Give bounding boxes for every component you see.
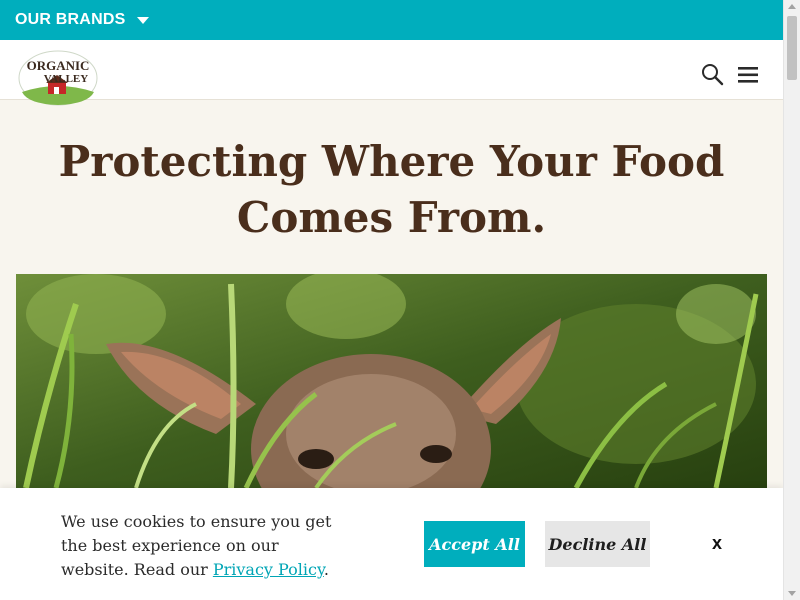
our-brands-link[interactable]: OUR BRANDS bbox=[15, 11, 125, 29]
cookie-message: We use cookies to ensure you get the bes… bbox=[61, 510, 341, 582]
caret-down-icon[interactable] bbox=[137, 16, 150, 24]
search-icon[interactable] bbox=[700, 62, 726, 88]
hero-image-fawn bbox=[16, 274, 767, 488]
site-header: ORGANIC VALLEY bbox=[0, 40, 783, 106]
page-title: Protecting Where Your Food Comes From. bbox=[0, 134, 783, 246]
title-line-2: Comes From. bbox=[236, 193, 547, 242]
accept-all-button[interactable]: Accept All bbox=[424, 521, 525, 567]
title-line-1: Protecting Where Your Food bbox=[58, 137, 725, 186]
scroll-thumb[interactable] bbox=[787, 16, 797, 80]
scroll-down-arrow-icon[interactable] bbox=[788, 591, 796, 596]
hamburger-menu-icon[interactable] bbox=[736, 64, 760, 86]
cookie-banner: We use cookies to ensure you get the bes… bbox=[0, 488, 783, 600]
svg-text:VALLEY: VALLEY bbox=[44, 73, 88, 85]
privacy-policy-link[interactable]: Privacy Policy bbox=[213, 560, 324, 579]
close-icon[interactable]: x bbox=[707, 532, 727, 554]
decline-all-button[interactable]: Decline All bbox=[545, 521, 650, 567]
scroll-up-arrow-icon[interactable] bbox=[788, 4, 796, 9]
organic-valley-logo[interactable]: ORGANIC VALLEY bbox=[18, 50, 98, 106]
cookie-text-end: . bbox=[323, 560, 330, 579]
brands-bar: OUR BRANDS bbox=[0, 0, 783, 40]
svg-text:ORGANIC: ORGANIC bbox=[27, 58, 90, 73]
page-scrollbar[interactable] bbox=[783, 0, 800, 600]
